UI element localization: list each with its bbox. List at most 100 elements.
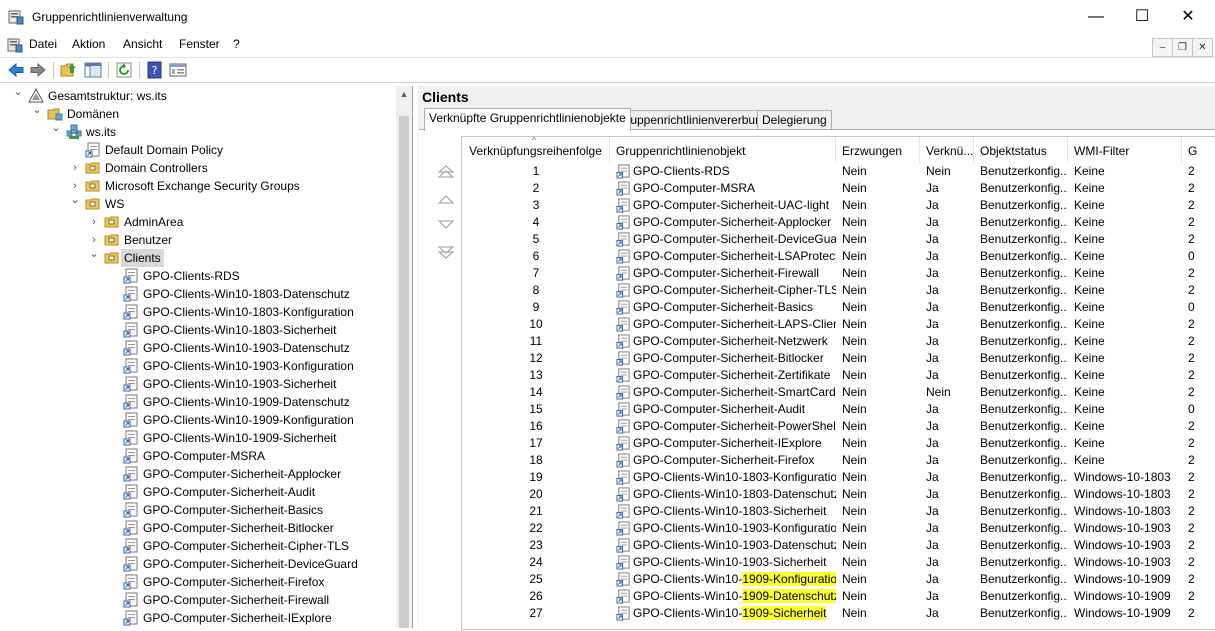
column-header-g[interactable]: G [1182,137,1215,163]
chevron-right-icon[interactable]: › [69,159,81,177]
table-row[interactable]: 10 GPO-Computer-Sicherheit-LAPS-Clients Ne… [462,316,1215,333]
move-down-icon[interactable] [437,218,455,232]
tree-item[interactable]: ⌄ WS [0,194,395,213]
tree-item[interactable]: GPO-Clients-Win10-1803-Sicherheit [0,321,395,339]
column-header-gpo[interactable]: Gruppenrichtlinienobjekt [610,137,836,163]
tab-gpo-inheritance[interactable]: Gruppenrichtlinienvererbung [612,110,774,130]
table-row[interactable]: 2 GPO-Computer-MSRA Nein Ja Benutzerkonfig..… [462,180,1215,197]
move-up-icon[interactable] [437,192,455,206]
table-row[interactable]: 14 GPO-Computer-Sicherheit-SmartCard Nein N… [462,384,1215,401]
table-row[interactable]: 13 GPO-Computer-Sicherheit-Zertifikate Nei… [462,367,1215,384]
table-row[interactable]: 11 GPO-Computer-Sicherheit-Netzwerk Nein Ja… [462,333,1215,350]
tree-item[interactable]: › Microsoft Exchange Security Groups [0,177,395,195]
tree-item[interactable]: › Benutzer [0,231,395,249]
tree-item[interactable]: ⌄ Clients [0,248,395,267]
table-row[interactable]: 17 GPO-Computer-Sicherheit-IExplore Nein Ja… [462,435,1215,452]
table-row[interactable]: 15 GPO-Computer-Sicherheit-Audit Nein Ja Ben… [462,401,1215,418]
chevron-right-icon[interactable]: › [88,213,100,231]
tree-item[interactable]: GPO-Computer-Sicherheit-Bitlocker [0,519,395,537]
chevron-down-icon[interactable]: ⌄ [12,83,24,101]
tab-delegation[interactable]: Delegierung [757,110,832,130]
table-row[interactable]: 27 GPO-Clients-Win10-1909-Sicherheit Nein J… [462,605,1215,622]
tree-item[interactable]: GPO-Clients-Win10-1903-Datenschutz [0,339,395,357]
column-header-status[interactable]: Objektstatus [974,137,1068,163]
tree-item[interactable]: GPO-Computer-Sicherheit-Firefox [0,573,395,591]
table-row[interactable]: 1 GPO-Clients-RDS Nein Nein Benutzerkonfig..… [462,163,1215,180]
table-row[interactable]: 12 GPO-Computer-Sicherheit-Bitlocker Nein J… [462,350,1215,367]
properties-icon[interactable] [169,61,187,79]
column-header-enforced[interactable]: Erzwungen [836,137,920,163]
scrollbar-thumb[interactable] [399,116,409,628]
tree-item[interactable]: ⌄ Gesamtstruktur: ws.its [0,86,395,105]
close-button[interactable]: ✕ [1165,0,1211,34]
tree-item[interactable]: GPO-Clients-Win10-1903-Sicherheit [0,375,395,393]
table-row[interactable]: 20 GPO-Clients-Win10-1803-Datenschutz Nein… [462,486,1215,503]
tree-item[interactable]: › Domain Controllers [0,159,395,177]
tree-item[interactable]: GPO-Clients-Win10-1909-Konfiguration [0,411,395,429]
table-row[interactable]: 18 GPO-Computer-Sicherheit-Firefox Nein Ja B… [462,452,1215,469]
table-row[interactable]: 8 GPO-Computer-Sicherheit-Cipher-TLS Nein J… [462,282,1215,299]
mdi-restore-button[interactable]: ❐ [1172,38,1193,57]
table-row[interactable]: 19 GPO-Clients-Win10-1803-Konfiguration Ne… [462,469,1215,486]
column-header-wmi-filter[interactable]: WMI-Filter [1068,137,1182,163]
tree-item[interactable]: GPO-Computer-Sicherheit-Audit [0,483,395,501]
tree-item[interactable]: GPO-Computer-Sicherheit-IExplore [0,609,395,627]
table-row[interactable]: 5 GPO-Computer-Sicherheit-DeviceGuard Nein… [462,231,1215,248]
tree-item[interactable]: GPO-Clients-Win10-1909-Datenschutz [0,393,395,411]
tree-scrollbar[interactable]: ▲ [396,86,412,628]
tree-item[interactable]: GPO-Computer-Sicherheit-Applocker [0,465,395,483]
table-row[interactable]: 25 GPO-Clients-Win10-1909-Konfiguration Ne… [462,571,1215,588]
move-top-icon[interactable] [437,164,455,178]
forward-arrow-icon[interactable] [29,61,47,79]
tree-item[interactable]: GPO-Clients-Win10-1903-Konfiguration [0,357,395,375]
tree-item[interactable]: GPO-Clients-Win10-1909-Sicherheit [0,429,395,447]
chevron-down-icon[interactable]: ⌄ [88,245,100,263]
mdi-minimize-button[interactable]: – [1152,38,1173,57]
table-row[interactable]: 16 GPO-Computer-Sicherheit-PowerShellWi..… [462,418,1215,435]
mdi-close-button[interactable]: ✕ [1192,38,1213,57]
tree-item[interactable]: GPO-Computer-Sicherheit-Firewall [0,591,395,609]
menu-ansicht[interactable]: Ansicht [123,37,162,51]
tree-item[interactable]: GPO-Computer-Sicherheit-Basics [0,501,395,519]
table-row[interactable]: 23 GPO-Clients-Win10-1903-Datenschutz Nein… [462,537,1215,554]
console-tree[interactable]: ⌄ Gesamtstruktur: ws.its ⌄ Domänen ⌄ ws.its De… [0,86,413,628]
tree-item[interactable]: GPO-Computer-MSRA [0,447,395,465]
linked-gpo-list[interactable]: Verknüpfungsreihenfolge ^ Gruppenrichtli… [461,136,1215,630]
tree-item[interactable]: GPO-Computer-Sicherheit-DeviceGuard [0,555,395,573]
table-row[interactable]: 21 GPO-Clients-Win10-1803-Sicherheit Nein J… [462,503,1215,520]
table-row[interactable]: 7 GPO-Computer-Sicherheit-Firewall Nein Ja B… [462,265,1215,282]
table-row[interactable]: 26 GPO-Clients-Win10-1909-Datenschutz Nein… [462,588,1215,605]
scroll-up-arrow-icon[interactable]: ▲ [396,86,412,102]
maximize-button[interactable]: ☐ [1119,0,1165,34]
table-row[interactable]: 3 GPO-Computer-Sicherheit-UAC-light Nein Ja… [462,197,1215,214]
tree-item[interactable]: GPO-Computer-Sicherheit-Cipher-TLS [0,537,395,555]
system-menu-icon[interactable] [7,37,23,53]
chevron-down-icon[interactable]: ⌄ [69,191,81,209]
menu-help[interactable]: ? [233,37,240,51]
tree-item[interactable]: Default Domain Policy [0,141,395,159]
tree-item[interactable]: GPO-Clients-Win10-1803-Datenschutz [0,285,395,303]
tree-item[interactable]: ⌄ ws.its [0,122,395,141]
menu-aktion[interactable]: Aktion [72,37,105,51]
tree-item[interactable]: GPO-Clients-RDS [0,267,395,285]
console-tree-icon[interactable] [84,61,102,79]
table-row[interactable]: 24 GPO-Clients-Win10-1903-Sicherheit Nein J… [462,554,1215,571]
menu-fenster[interactable]: Fenster [179,37,220,51]
table-row[interactable]: 9 GPO-Computer-Sicherheit-Basics Nein Ja Ben… [462,299,1215,316]
tree-item[interactable]: › AdminArea [0,213,395,231]
move-bottom-icon[interactable] [437,246,455,260]
back-arrow-icon[interactable] [7,61,25,79]
menu-datei[interactable]: Datei [29,37,57,51]
folder-up-icon[interactable] [60,61,78,79]
refresh-icon[interactable] [115,61,133,79]
column-header-link-enabled[interactable]: Verknü... [920,137,974,163]
table-row[interactable]: 22 GPO-Clients-Win10-1903-Konfiguration Ne… [462,520,1215,537]
tab-linked-gpos[interactable]: Verknüpfte Gruppenrichtlinienobjekte [424,108,631,131]
help-icon[interactable]: ? [146,61,164,79]
table-row[interactable]: 4 GPO-Computer-Sicherheit-Applocker Nein Ja… [462,214,1215,231]
column-header-order[interactable]: Verknüpfungsreihenfolge ^ [462,137,610,163]
chevron-down-icon[interactable]: ⌄ [50,119,62,137]
table-row[interactable]: 6 GPO-Computer-Sicherheit-LSAProtection Ne… [462,248,1215,265]
chevron-down-icon[interactable]: ⌄ [31,101,43,119]
tree-item[interactable]: GPO-Clients-Win10-1803-Konfiguration [0,303,395,321]
